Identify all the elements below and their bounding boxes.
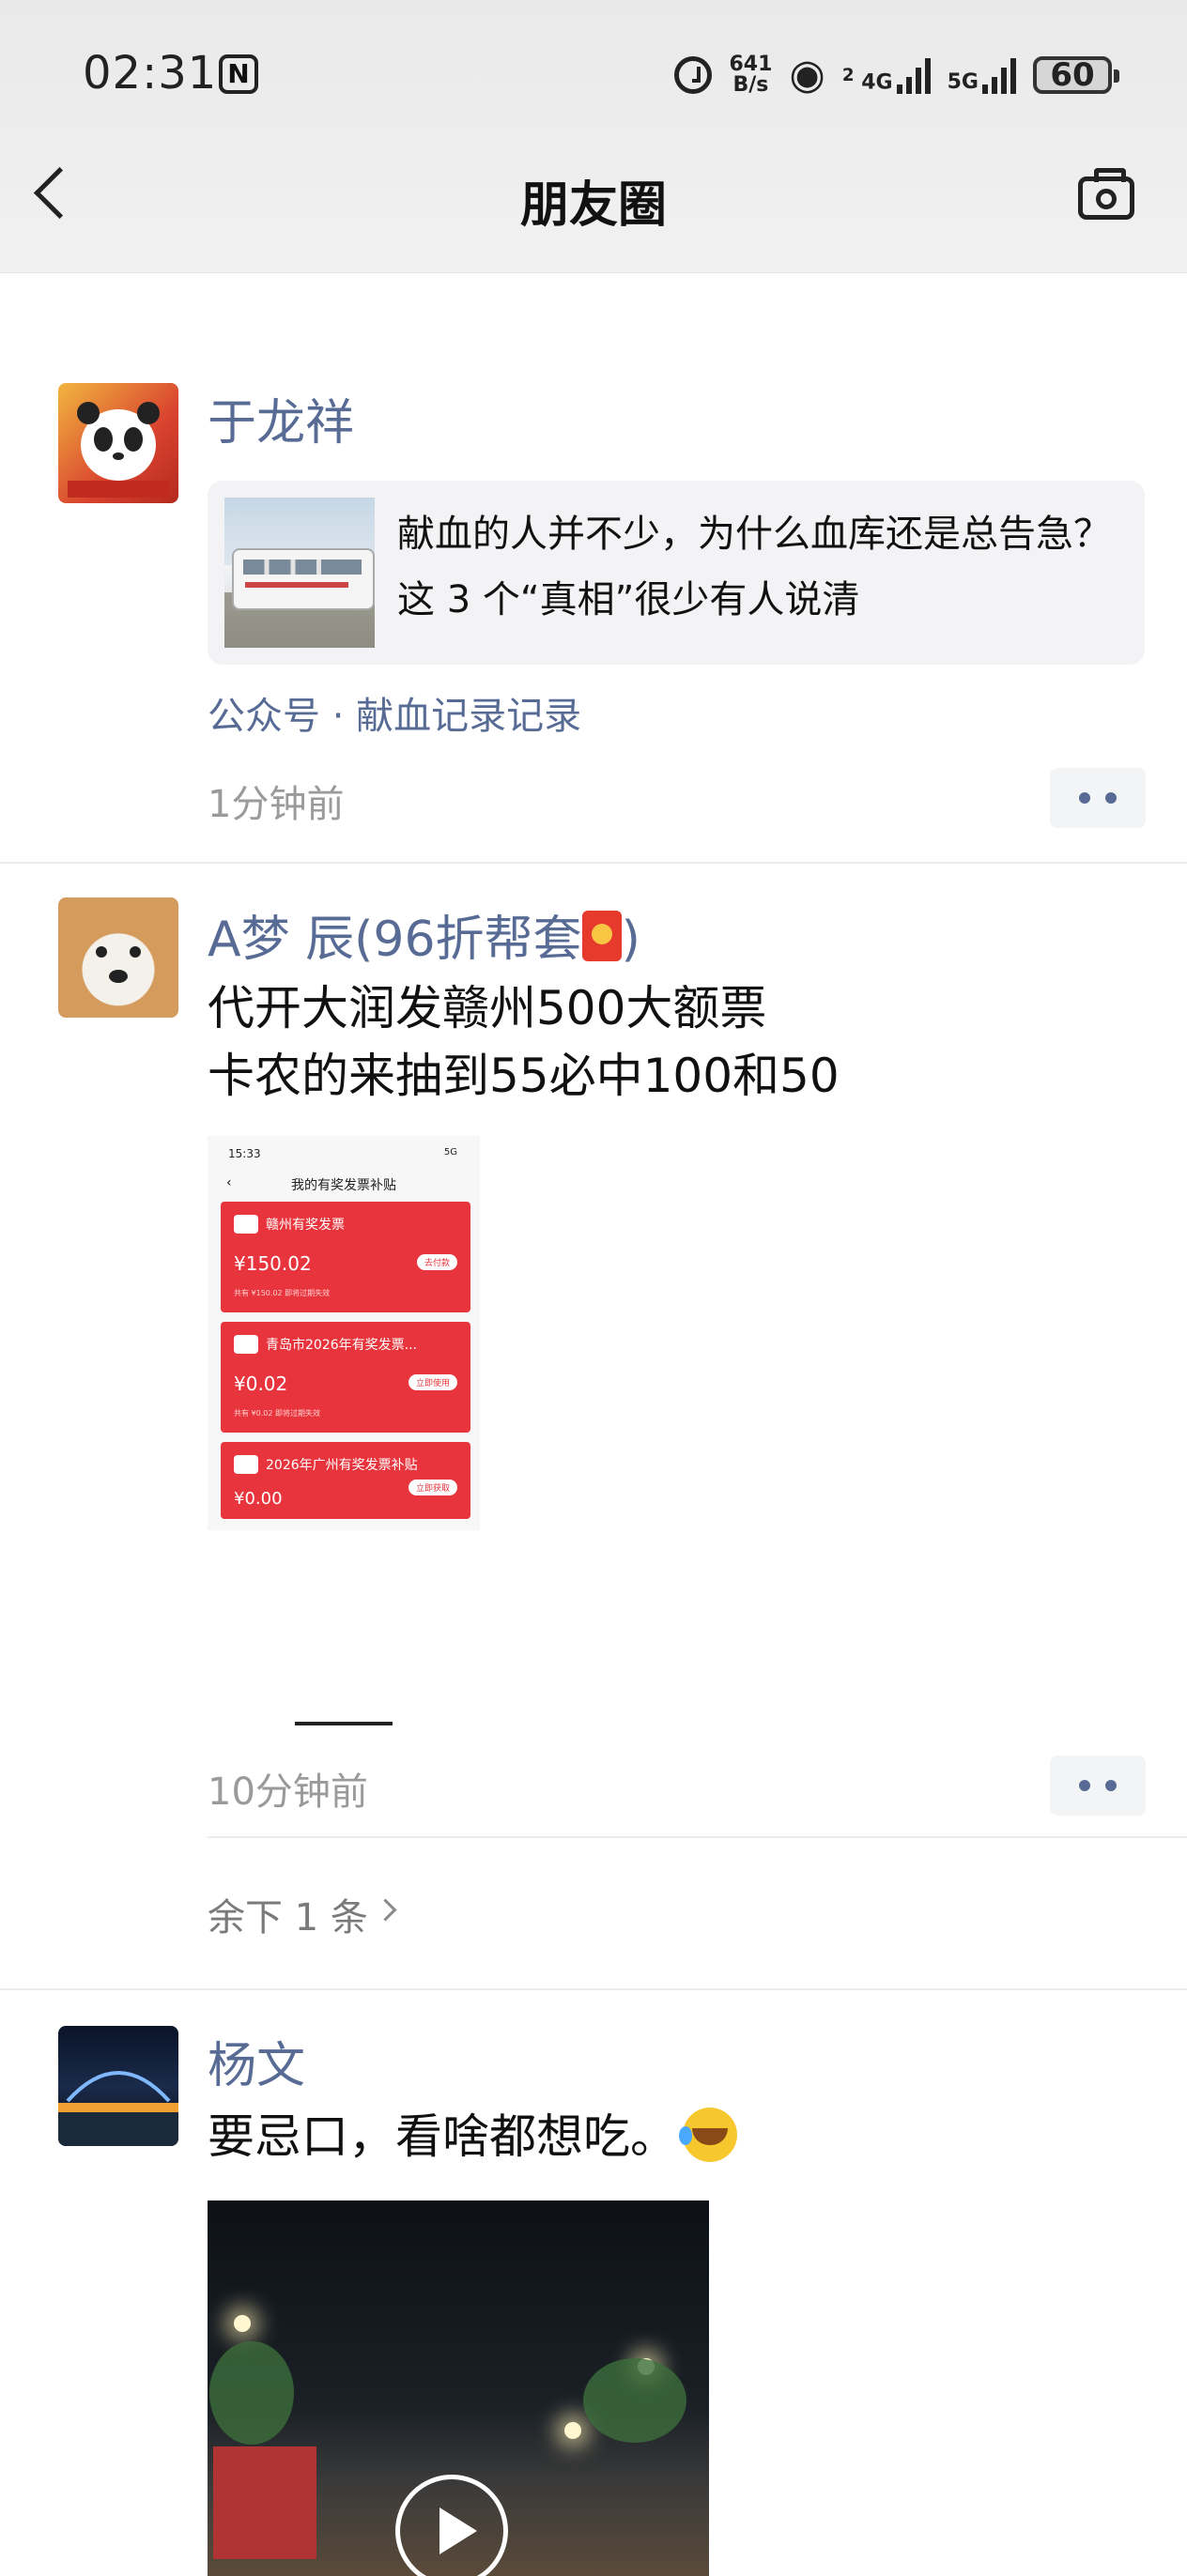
invoice-card-name: 2026年广州有奖发票补贴 xyxy=(266,1458,418,1473)
unionpay-icon xyxy=(234,1455,258,1474)
tree xyxy=(583,2358,686,2443)
invoice-card-amount: ¥150.02 xyxy=(234,1252,312,1275)
nfc-icon: N xyxy=(219,54,258,94)
invoice-card-name: 青岛市2026年有奖发票... xyxy=(266,1338,417,1353)
more-actions-button[interactable] xyxy=(1050,1756,1146,1816)
signal-icon-sim1: 2 4G xyxy=(842,56,931,94)
street-lamp xyxy=(234,2315,251,2332)
night-bridge-avatar-icon xyxy=(58,2071,178,2146)
bus-image xyxy=(232,548,375,610)
truck xyxy=(213,2446,316,2559)
top-bar: 02:31 N 641 B/s ◉ 2 4G 5G 60 朋友圈 xyxy=(0,0,1187,273)
tree xyxy=(209,2341,294,2445)
shared-article-card[interactable]: 献血的人并不少，为什么血库还是总告急？这 3 个“真相”很少有人说清 xyxy=(208,481,1145,665)
author-name[interactable]: 杨文 xyxy=(208,2026,305,2096)
net-speed-unit: B/s xyxy=(732,73,769,97)
invoice-card: 2026年广州有奖发票补贴 ¥0.00 立即获取 xyxy=(221,1442,470,1519)
status-time: 02:31 xyxy=(83,47,218,100)
invoice-card-footer: 共有 ¥150.02 即将过期失效 xyxy=(234,1289,331,1297)
remaining-posts-link[interactable]: 余下 1 条 xyxy=(208,1887,368,1941)
dog-avatar-icon xyxy=(96,946,141,983)
invoice-card: 赣州有奖发票 ¥150.02 去付款 共有 ¥150.02 即将过期失效 xyxy=(221,1202,470,1312)
avatar[interactable] xyxy=(58,897,178,1018)
page-title: 朋友圈 xyxy=(519,177,667,234)
more-actions-button[interactable] xyxy=(1050,768,1146,828)
invoice-card-amount: ¥0.00 xyxy=(234,1489,283,1509)
unionpay-icon xyxy=(234,1215,258,1234)
image-scroll-indicator xyxy=(295,1722,393,1725)
screenshot-status-time: 15:33 xyxy=(228,1147,261,1160)
net-speed: 641 B/s xyxy=(729,54,772,96)
divider xyxy=(0,1988,1187,1990)
post-text: 代开大润发赣州500大额票 卡农的来抽到55必中100和50 xyxy=(208,974,840,1110)
invoice-card-name: 赣州有奖发票 xyxy=(266,1218,345,1233)
crying-laughing-emoji-icon xyxy=(679,2108,737,2162)
play-icon[interactable] xyxy=(395,2475,508,2576)
screenshot-status-network: 5G xyxy=(443,1147,457,1158)
invoice-card-button: 去付款 xyxy=(416,1254,457,1270)
street-lamp xyxy=(564,2422,581,2439)
author-name[interactable]: 于龙祥 xyxy=(208,383,354,453)
status-icons: 641 B/s ◉ 2 4G 5G 60 xyxy=(674,47,1119,103)
sim1-badge: 2 xyxy=(841,65,855,85)
invoice-card-amount: ¥0.02 xyxy=(234,1372,288,1395)
author-name-suffix: ) xyxy=(621,912,640,968)
article-title: 献血的人并不少，为什么血库还是总告急？这 3 个“真相”很少有人说清 xyxy=(397,513,1111,621)
invoice-card-footer: 共有 ¥0.02 即将过期失效 xyxy=(234,1409,320,1418)
battery-icon: 60 xyxy=(1033,56,1119,94)
post-image[interactable]: 15:33 5G ‹ 我的有奖发票补贴 赣州有奖发票 ¥150.02 去付款 共… xyxy=(208,1136,480,1530)
sim2-tech: 5G xyxy=(947,70,979,94)
author-name[interactable]: A梦 辰(96折帮套) xyxy=(208,899,640,970)
invoice-card: 青岛市2026年有奖发票... ¥0.02 立即使用 共有 ¥0.02 即将过期… xyxy=(221,1322,470,1433)
alarm-icon xyxy=(674,56,713,94)
sim1-tech: 4G xyxy=(861,70,893,94)
hotspot-icon: ◉ xyxy=(789,51,825,99)
unionpay-icon xyxy=(234,1335,258,1354)
post-time: 10分钟前 xyxy=(208,1771,368,1814)
avatar[interactable] xyxy=(58,383,178,503)
post-text-line: 要忌口，看啥都想吃。 xyxy=(208,2109,677,2164)
screenshot-title: 我的有奖发票补贴 xyxy=(291,1178,396,1193)
article-thumbnail xyxy=(224,498,375,648)
signal-icon-sim2: 5G xyxy=(948,56,1016,94)
invoice-card-button: 立即使用 xyxy=(408,1374,457,1390)
post-video[interactable] xyxy=(208,2200,709,2576)
article-source[interactable]: 公众号 · 献血记录记录 xyxy=(208,685,581,740)
post-text-line: 代开大润发赣州500大额票 xyxy=(208,981,767,1035)
divider xyxy=(208,1836,1187,1838)
red-envelope-icon xyxy=(581,911,622,961)
post-text-line: 卡农的来抽到55必中100和50 xyxy=(208,1049,840,1103)
chevron-right-icon xyxy=(374,1898,397,1922)
invoice-card-button: 立即获取 xyxy=(408,1480,457,1495)
divider xyxy=(0,862,1187,864)
avatar[interactable] xyxy=(58,2026,178,2146)
author-name-text: A梦 辰(96折帮套 xyxy=(208,912,582,968)
panda-avatar-icon xyxy=(68,402,169,498)
post-text: 要忌口，看啥都想吃。 xyxy=(208,2103,737,2170)
post-time: 1分钟前 xyxy=(208,783,345,826)
camera-icon[interactable] xyxy=(1078,168,1134,220)
